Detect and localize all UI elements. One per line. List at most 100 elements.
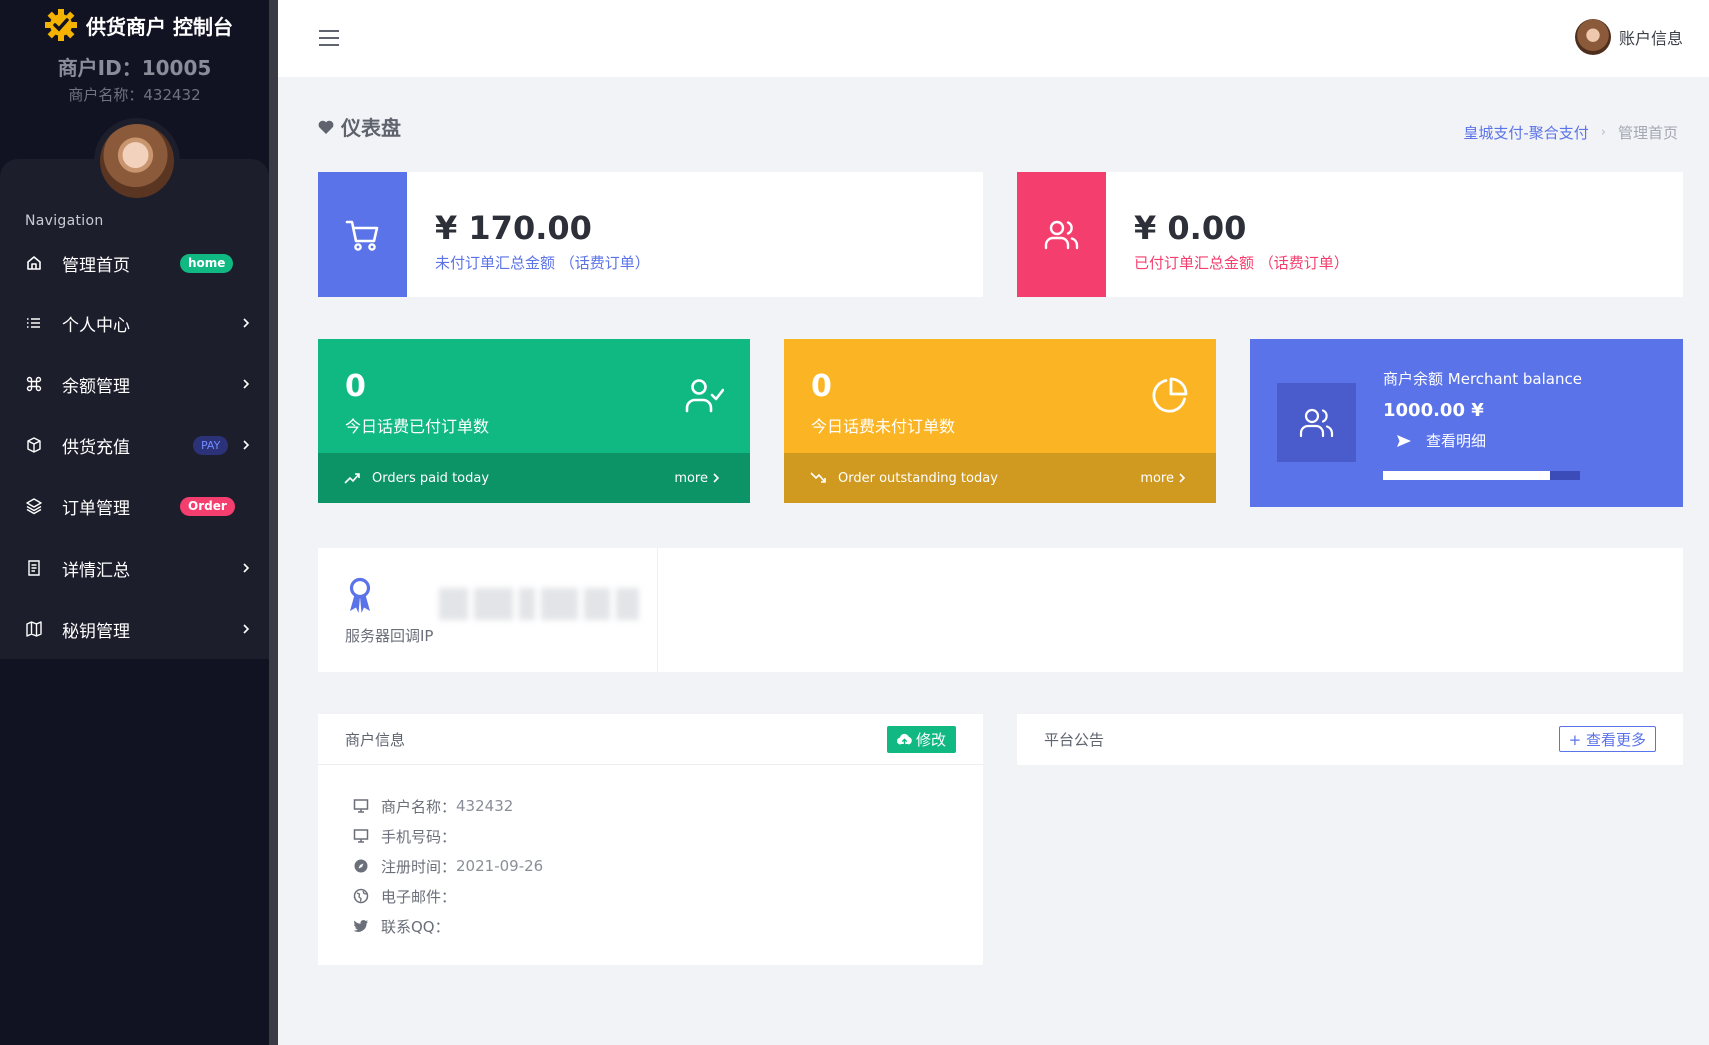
sidebar-item-keys[interactable]: 秘钥管理 (0, 609, 269, 649)
page-title: 仪表盘 (317, 112, 401, 141)
sidebar-item-label: 详情汇总 (62, 560, 130, 581)
merchant-info-title: 商户信息 (345, 731, 406, 749)
globe-icon (353, 888, 369, 904)
view-details-label: 查看明细 (1426, 432, 1487, 450)
list-icon (27, 318, 40, 328)
sidebar-item-label: 订单管理 (62, 498, 130, 519)
brand[interactable]: 供货商户 控制台 (44, 8, 233, 42)
sidebar-item-label: 个人中心 (62, 315, 130, 336)
balance-icon-box (1277, 383, 1356, 462)
sidebar-item-balance[interactable]: 余额管理 (0, 364, 269, 404)
hamburger-menu-icon[interactable] (318, 28, 340, 48)
info-row-qq: 联系QQ： (353, 911, 983, 941)
paid-label: 已付订单汇总金额 （话费订单） (1134, 254, 1349, 272)
info-label: 注册时间： (381, 857, 457, 876)
paid-today-footer[interactable]: Orders paid today more (318, 453, 750, 503)
sidebar-item-home[interactable]: 管理首页 home (0, 243, 269, 283)
info-label: 商户名称： (381, 797, 457, 816)
chevron-right-icon (243, 318, 250, 328)
sidebar-item-recharge[interactable]: 供货充值 PAY (0, 425, 269, 465)
server-ip-value-redacted (439, 588, 639, 620)
platform-notice-panel: 平台公告 + 查看更多 (1017, 714, 1683, 765)
unpaid-label: 未付订单汇总金额 （话费订单） (435, 254, 650, 272)
home-icon (27, 256, 41, 270)
sidebar-item-label: 余额管理 (62, 376, 130, 397)
sidebar-item-label: 供货充值 (62, 437, 130, 458)
outstanding-today-footer-text: Order outstanding today (838, 470, 998, 486)
view-more-button[interactable]: + 查看更多 (1558, 726, 1656, 752)
compass-icon (354, 859, 368, 873)
user-check-icon (685, 379, 724, 413)
sidebar: 供货商户 控制台 商户ID：10005 商户名称：432432 Navigati… (0, 0, 269, 1045)
trending-down-icon (810, 472, 826, 483)
command-icon (26, 376, 42, 392)
view-details-link[interactable]: 查看明细 (1396, 430, 1486, 451)
balance-progress-fill (1383, 471, 1551, 480)
heart-icon (318, 120, 334, 134)
balance-amount: 1000.00 ¥ (1383, 400, 1484, 421)
sidebar-item-summary[interactable]: 详情汇总 (0, 548, 269, 588)
merchant-name: 商户名称：432432 (68, 86, 201, 104)
sidebar-item-orders[interactable]: 订单管理 Order (0, 486, 269, 526)
chevron-right-icon (243, 563, 250, 573)
outstanding-today-more-link[interactable]: more (1140, 471, 1174, 486)
profile-avatar[interactable] (94, 118, 180, 204)
edit-button-label: 修改 (915, 731, 946, 749)
info-row-phone: 手机号码： (353, 821, 983, 851)
paid-summary-card: ¥ 0.00 已付订单汇总金额 （话费订单） (1017, 172, 1683, 297)
twitter-icon (353, 920, 368, 932)
monitor-icon (353, 799, 369, 813)
breadcrumb-link[interactable]: 皇城支付-聚合支付 (1463, 122, 1588, 143)
merchant-info-panel: 商户信息 修改 商户名称： 432432 手机号码： 注册时间： 2021-09… (318, 714, 983, 965)
paid-today-label: 今日话费已付订单数 (345, 417, 490, 436)
server-ip-card: 服务器回调IP (318, 548, 1683, 672)
page-title-text: 仪表盘 (341, 116, 401, 140)
paid-icon-box (1017, 172, 1106, 297)
order-badge: Order (180, 496, 235, 516)
chevron-right-icon (1179, 473, 1186, 483)
divider (657, 548, 658, 672)
shopping-cart-icon (345, 220, 378, 251)
paid-today-tile: 0 今日话费已付订单数 Orders paid today more (318, 339, 750, 503)
merchant-balance-card: 商户余额 Merchant balance 1000.00 ¥ 查看明细 (1250, 339, 1683, 507)
monitor-icon (353, 829, 369, 843)
account-info-label[interactable]: 账户信息 (1619, 25, 1683, 49)
outstanding-today-tile: 0 今日话费未付订单数 Order outstanding today more (784, 339, 1216, 503)
notice-title: 平台公告 (1044, 731, 1105, 749)
info-row-email: 电子邮件： (353, 881, 983, 911)
info-value: 2021-09-26 (456, 857, 544, 875)
info-value: 432432 (456, 797, 514, 815)
pie-chart-icon (1152, 377, 1188, 413)
layers-icon (26, 498, 42, 515)
sidebar-item-label: 秘钥管理 (62, 621, 130, 642)
info-row-name: 商户名称： 432432 (353, 791, 983, 821)
users-icon (1299, 408, 1333, 437)
info-label: 联系QQ： (381, 917, 450, 936)
unpaid-amount: ¥ 170.00 (435, 209, 592, 247)
outstanding-today-value: 0 (811, 369, 832, 404)
breadcrumb-current: 管理首页 (1617, 124, 1678, 142)
paid-today-more-link[interactable]: more (674, 471, 708, 486)
outstanding-today-footer[interactable]: Order outstanding today more (784, 453, 1216, 503)
brand-title: 供货商户 控制台 (86, 14, 233, 39)
info-label: 手机号码： (381, 827, 457, 846)
balance-progress-bar (1383, 471, 1580, 480)
edit-button[interactable]: 修改 (886, 726, 956, 753)
pay-badge: PAY (193, 435, 229, 455)
nav-heading: Navigation (25, 213, 104, 229)
unpaid-summary-card: ¥ 170.00 未付订单汇总金额 （话费订单） (318, 172, 983, 297)
unpaid-icon-box (318, 172, 407, 297)
breadcrumb: 皇城支付-聚合支付 › 管理首页 (1463, 122, 1678, 143)
info-label: 电子邮件： (381, 887, 457, 906)
document-icon (28, 560, 40, 576)
chevron-right-icon (243, 440, 250, 450)
merchant-id: 商户ID：10005 (57, 56, 212, 80)
sidebar-scrollbar[interactable] (269, 0, 278, 1045)
breadcrumb-separator-icon: › (1600, 125, 1606, 140)
user-menu[interactable]: 账户信息 (1574, 18, 1683, 56)
sidebar-item-profile[interactable]: 个人中心 (0, 303, 269, 343)
user-avatar[interactable] (1574, 19, 1611, 55)
info-row-registered: 注册时间： 2021-09-26 (353, 851, 983, 881)
users-icon (1044, 220, 1078, 249)
balance-title: 商户余额 Merchant balance (1383, 370, 1582, 388)
